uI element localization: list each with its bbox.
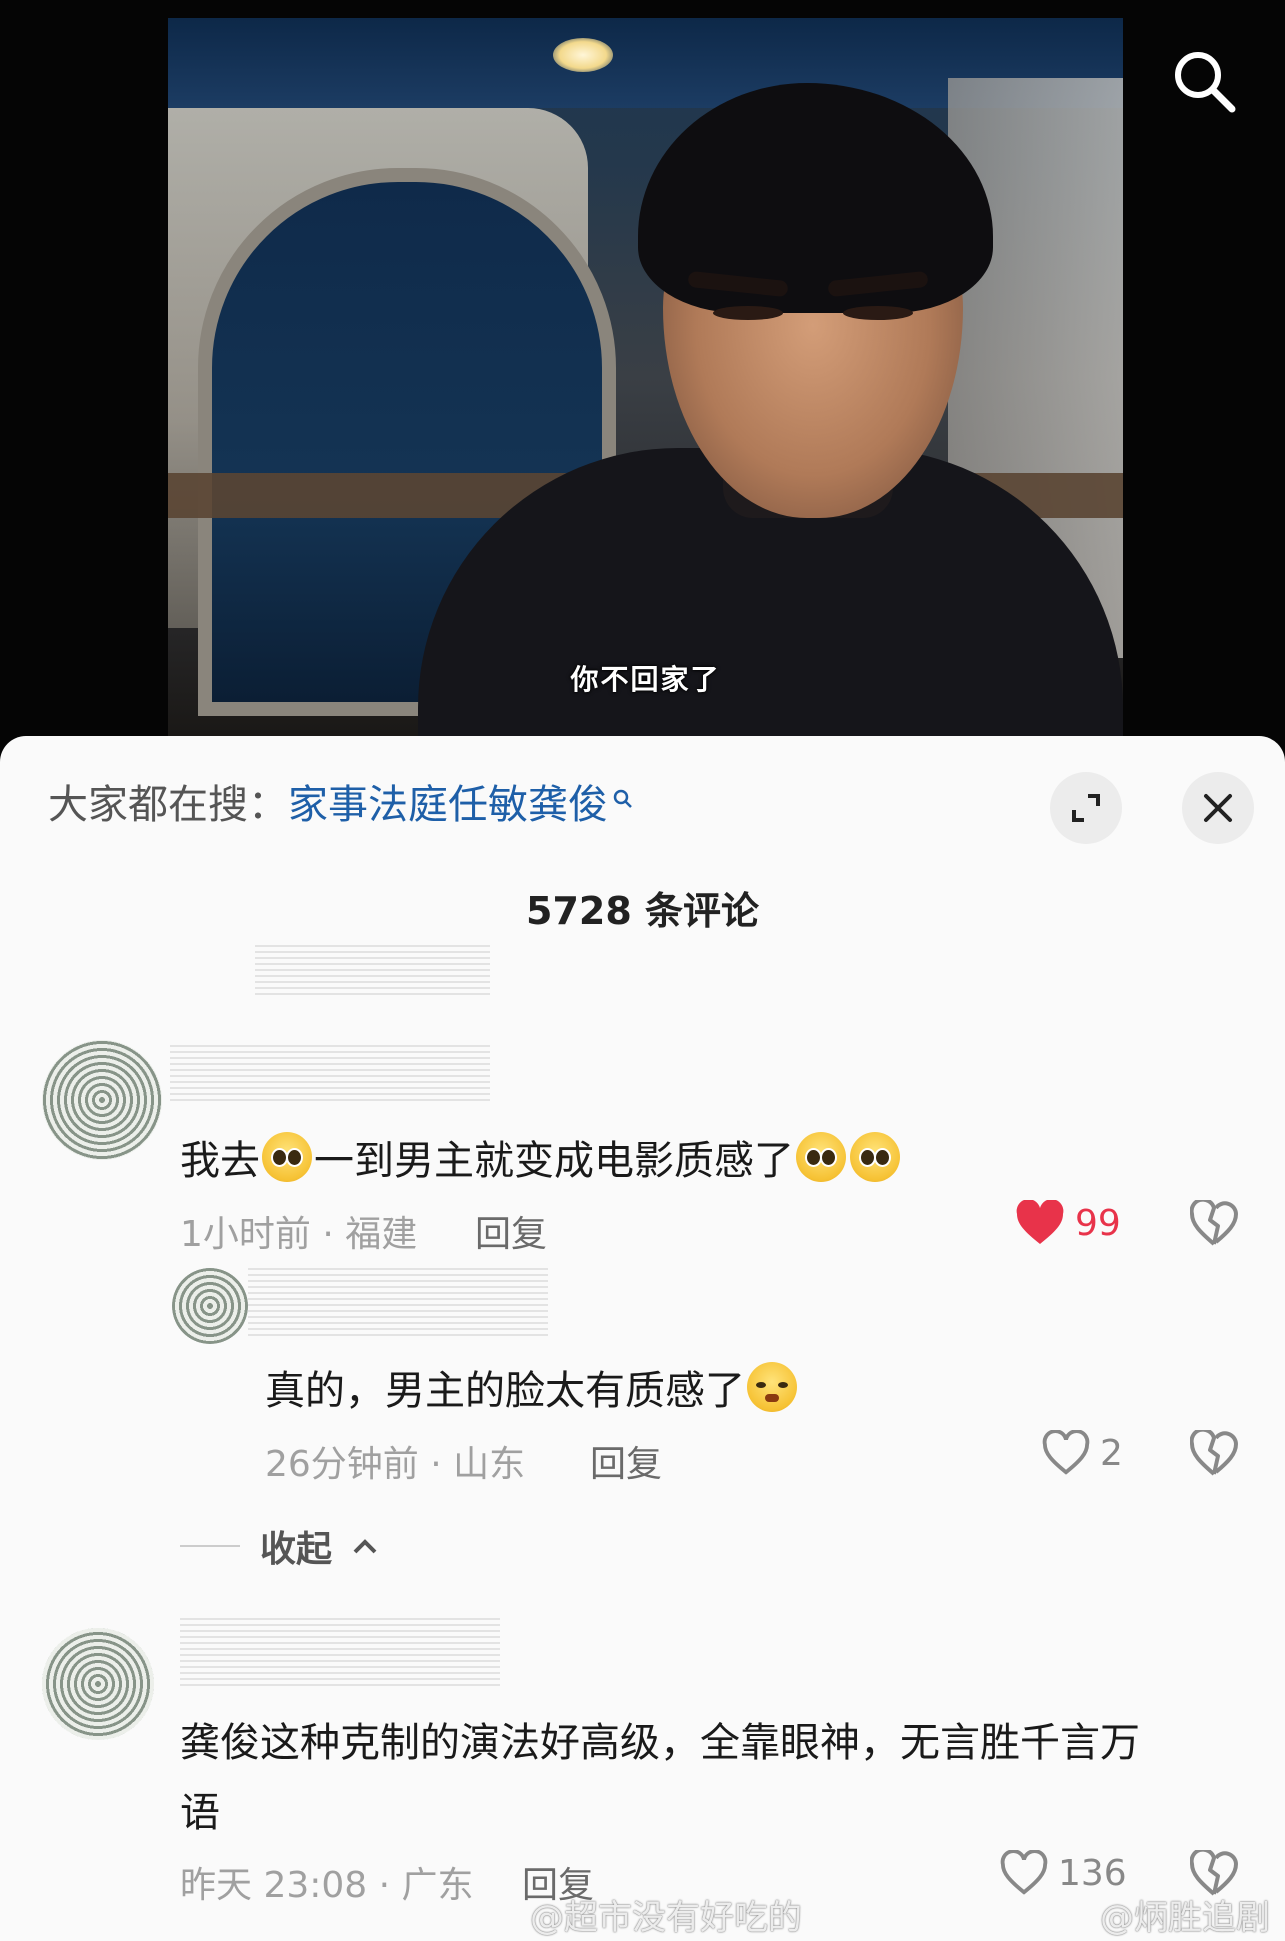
trending-search-row[interactable]: 大家都在搜：家事法庭任敏龚俊	[48, 772, 634, 830]
comment-text-line: 龚俊这种克制的演法好高级，全靠眼神，无言胜千言万	[180, 1720, 1140, 1766]
pleading-face-emoji-icon	[262, 1132, 312, 1182]
chevron-up-icon	[353, 1539, 377, 1554]
heart-filled-icon	[1016, 1200, 1064, 1244]
search-icon	[1175, 52, 1236, 113]
comment-text-part: 一到男主就变成电影质感了	[314, 1138, 794, 1184]
heart-outline-icon	[1042, 1430, 1090, 1475]
broken-heart-icon	[1189, 1427, 1238, 1476]
dislike-button[interactable]	[1189, 1427, 1238, 1480]
heart-outline-icon	[1000, 1850, 1048, 1895]
actor-eye-left	[713, 306, 783, 320]
pleading-face-emoji-icon	[850, 1132, 900, 1182]
video-subtitle: 你不回家了	[570, 663, 721, 696]
avatar[interactable]	[172, 1268, 248, 1344]
username-blurred	[180, 1618, 500, 1688]
trending-search-prefix: 大家都在搜：	[48, 782, 288, 828]
comment-count: 5728 条评论	[526, 889, 759, 933]
avatar[interactable]	[42, 1628, 154, 1740]
angry-face-emoji-icon	[747, 1362, 797, 1412]
broken-heart-icon	[1189, 1197, 1238, 1246]
blurred-content	[255, 945, 490, 995]
username-blurred	[170, 1045, 490, 1105]
divider	[180, 1545, 240, 1547]
video-lamp	[553, 38, 613, 72]
video-player[interactable]: 你不回家了	[0, 0, 1285, 760]
comment-meta: 昨天 23:08 · 广东	[180, 1865, 474, 1906]
collapse-replies-button[interactable]: 收起	[180, 1520, 378, 1572]
reply-button[interactable]: 回复	[475, 1205, 547, 1257]
weibo-watermark: @炳胜追剧	[1100, 1898, 1270, 1938]
weibo-watermark: @超市没有好吃的	[530, 1898, 802, 1938]
pleading-face-emoji-icon	[796, 1132, 846, 1182]
comment-meta: 1小时前 · 福建	[180, 1214, 418, 1255]
search-button[interactable]	[1168, 45, 1240, 117]
like-button[interactable]: 2	[1042, 1430, 1123, 1476]
comment-text-line: 语	[180, 1790, 220, 1836]
like-button[interactable]: 99	[1015, 1200, 1121, 1246]
trending-search-term[interactable]: 家事法庭任敏龚俊	[288, 782, 608, 828]
expand-button[interactable]	[1050, 772, 1122, 844]
comment-text: 真的，男主的脸太有质感了	[265, 1358, 799, 1416]
video-frame: 你不回家了	[168, 18, 1123, 736]
close-icon	[1204, 794, 1232, 822]
comment-text-part: 我去	[180, 1138, 260, 1184]
like-count: 2	[1100, 1432, 1123, 1474]
like-count: 99	[1075, 1202, 1121, 1244]
small-search-icon	[612, 774, 634, 820]
like-count: 136	[1058, 1852, 1127, 1894]
reply-button[interactable]: 回复	[590, 1435, 662, 1487]
expand-icon	[1072, 794, 1100, 822]
username-blurred	[248, 1268, 548, 1338]
dislike-button[interactable]	[1189, 1197, 1238, 1250]
close-button[interactable]	[1182, 772, 1254, 844]
actor-eye-right	[843, 306, 913, 320]
avatar[interactable]	[42, 1040, 162, 1160]
comment-text: 我去 一到男主就变成电影质感了	[180, 1128, 902, 1186]
comment-meta: 26分钟前 · 山东	[265, 1444, 526, 1485]
collapse-label: 收起	[260, 1529, 333, 1570]
comment-text-part: 真的，男主的脸太有质感了	[265, 1368, 745, 1414]
